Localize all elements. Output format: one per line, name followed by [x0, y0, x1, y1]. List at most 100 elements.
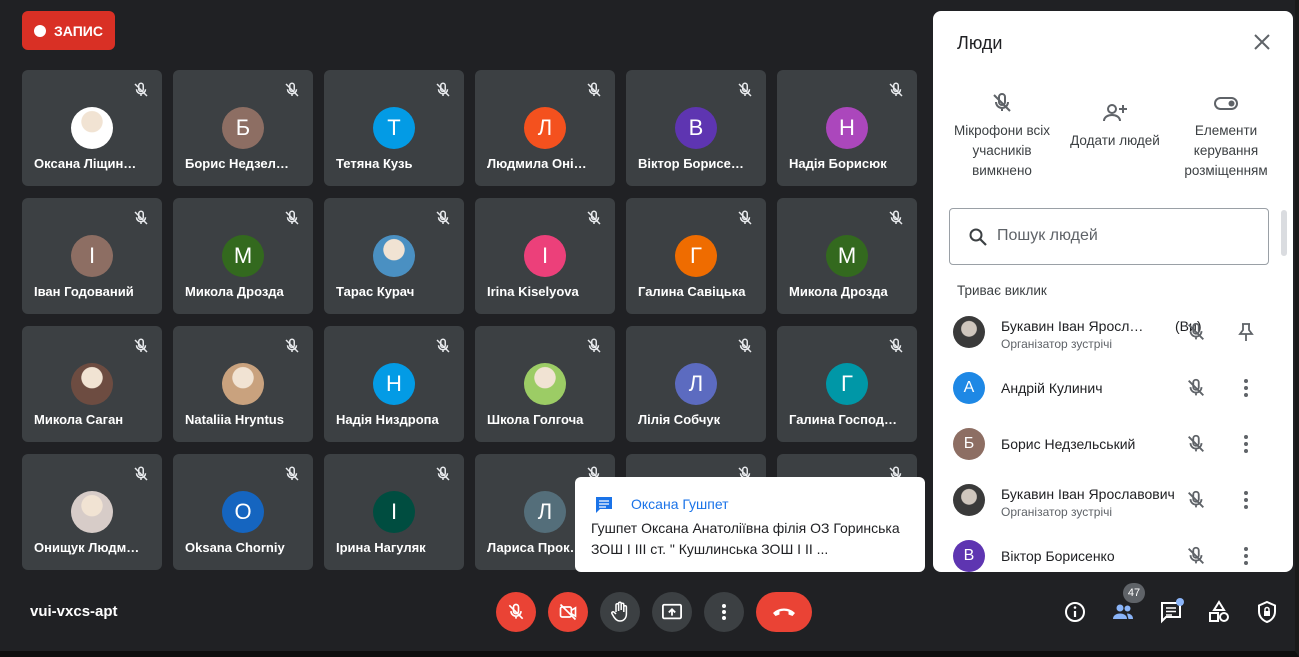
- mic-toggle-button[interactable]: [496, 592, 536, 632]
- people-panel: Люди Мікрофони всіх учасників вимкнено Д…: [933, 11, 1293, 572]
- avatar: В: [675, 107, 717, 149]
- participant-tile[interactable]: Л Лілія Собчук: [626, 326, 766, 442]
- raise-hand-button[interactable]: [600, 592, 640, 632]
- people-list-item[interactable]: Б Борис Недзельський: [933, 416, 1283, 472]
- participant-name: Іван Годований: [34, 284, 134, 299]
- avatar: O: [222, 491, 264, 533]
- participant-tile[interactable]: Н Надія Низдропа: [324, 326, 464, 442]
- search-people-field[interactable]: Пошук людей: [949, 208, 1269, 265]
- recording-indicator: ЗАПИС: [22, 11, 115, 50]
- participant-tile[interactable]: Г Галина Савіцька: [626, 198, 766, 314]
- participant-name: Микола Дрозда: [185, 284, 284, 299]
- mic-off-icon: [585, 81, 603, 99]
- participant-name: Irina Kiselyova: [487, 284, 579, 299]
- toggle-icon: [1214, 97, 1238, 110]
- present-screen-button[interactable]: [652, 592, 692, 632]
- people-list-item[interactable]: Букавин Іван Ярославович Організатор зуст…: [933, 472, 1283, 528]
- avatar: Л: [524, 491, 566, 533]
- more-vert-icon: [722, 604, 726, 620]
- chat-icon: [596, 497, 612, 513]
- participant-tile[interactable]: Г Галина Господ…: [777, 326, 917, 442]
- participant-tile[interactable]: Тарас Курач: [324, 198, 464, 314]
- close-icon[interactable]: [1253, 33, 1271, 51]
- participant-name: Микола Дрозда: [789, 284, 888, 299]
- mic-off-icon[interactable]: [1185, 489, 1207, 511]
- avatar: І: [71, 235, 113, 277]
- participant-tile[interactable]: Л Людмила Оні…: [475, 70, 615, 186]
- participant-tile[interactable]: Т Тетяна Кузь: [324, 70, 464, 186]
- more-icon[interactable]: [1235, 545, 1257, 567]
- participant-name: Борис Недзел…: [185, 156, 289, 171]
- avatar: М: [222, 235, 264, 277]
- more-icon[interactable]: [1235, 489, 1257, 511]
- avatar-photo: [71, 363, 113, 405]
- record-dot-icon: [34, 24, 47, 37]
- people-list-item[interactable]: В Віктор Борисенко: [933, 528, 1283, 572]
- participant-tile[interactable]: O Oksana Chorniy: [173, 454, 313, 570]
- participant-tile[interactable]: І Irina Kiselyova: [475, 198, 615, 314]
- people-list-item[interactable]: Букавин Іван Яросл… (Ви) Організатор зустр…: [933, 304, 1283, 360]
- participant-name: Тетяна Кузь: [336, 156, 413, 171]
- participant-name: Школа Голгоча: [487, 412, 584, 427]
- mic-off-icon: [283, 337, 301, 355]
- avatar: Г: [675, 235, 717, 277]
- chat-notification[interactable]: Оксана Гушпет Гушпет Оксана Анатоліївна …: [575, 477, 925, 572]
- participant-name: Онищук Людм…: [34, 540, 140, 555]
- participant-tile[interactable]: Микола Саган: [22, 326, 162, 442]
- participant-tile[interactable]: В Віктор Борисе…: [626, 70, 766, 186]
- more-options-button[interactable]: [704, 592, 744, 632]
- mic-off-icon[interactable]: [1185, 321, 1207, 343]
- participant-name: Галина Господ…: [789, 412, 897, 427]
- participant-tile[interactable]: Nataliia Hryntus: [173, 326, 313, 442]
- participant-name: Надія Борисюк: [789, 156, 887, 171]
- participant-tile[interactable]: І Ірина Нагуляк: [324, 454, 464, 570]
- participant-tile[interactable]: М Микола Дрозда: [173, 198, 313, 314]
- add-people-button[interactable]: Додати людей: [1060, 101, 1170, 151]
- participant-name: Тарас Курач: [336, 284, 415, 299]
- participant-tile[interactable]: І Іван Годований: [22, 198, 162, 314]
- more-icon[interactable]: [1235, 377, 1257, 399]
- add-people-label: Додати людей: [1070, 133, 1160, 148]
- avatar: [953, 484, 985, 516]
- avatar: М: [826, 235, 868, 277]
- search-icon: [969, 228, 987, 246]
- mic-off-icon: [736, 81, 754, 99]
- avatar: Б: [222, 107, 264, 149]
- avatar: Л: [675, 363, 717, 405]
- info-icon[interactable]: [1063, 600, 1087, 624]
- avatar: В: [953, 540, 985, 572]
- person-name: Букавин Іван Ярославович: [1001, 486, 1175, 502]
- activities-icon[interactable]: [1207, 600, 1231, 624]
- participant-name: Людмила Оні…: [487, 156, 587, 171]
- mic-off-icon[interactable]: [1185, 545, 1207, 567]
- people-list-item[interactable]: А Андрій Кулинич: [933, 360, 1283, 416]
- mic-off-icon[interactable]: [1185, 377, 1207, 399]
- participant-tile[interactable]: Н Надія Борисюк: [777, 70, 917, 186]
- avatar: І: [524, 235, 566, 277]
- host-controls-label: Елементи керування розміщенням: [1184, 123, 1268, 178]
- mic-off-icon[interactable]: [1185, 433, 1207, 455]
- mic-off-icon: [434, 209, 452, 227]
- host-controls-icon[interactable]: [1255, 600, 1279, 624]
- leave-call-button[interactable]: [756, 592, 812, 632]
- chat-message: Гушпет Оксана Анатоліївна філія ОЗ Горин…: [591, 520, 900, 557]
- participant-tile[interactable]: Оксана Ліщин…: [22, 70, 162, 186]
- participant-tile[interactable]: Онищук Людм…: [22, 454, 162, 570]
- person-name: Віктор Борисенко: [1001, 548, 1115, 564]
- mic-off-icon: [585, 209, 603, 227]
- participant-tile[interactable]: М Микола Дрозда: [777, 198, 917, 314]
- avatar: Т: [373, 107, 415, 149]
- person-add-icon: [1103, 104, 1127, 122]
- camera-toggle-button[interactable]: [548, 592, 588, 632]
- participant-tile[interactable]: Школа Голгоча: [475, 326, 615, 442]
- host-controls-button[interactable]: Елементи керування розміщенням: [1171, 91, 1281, 181]
- participant-tile[interactable]: Б Борис Недзел…: [173, 70, 313, 186]
- panel-scrollbar[interactable]: [1281, 210, 1287, 256]
- pin-icon[interactable]: [1235, 321, 1257, 343]
- people-icon[interactable]: [1111, 600, 1135, 624]
- panel-title: Люди: [957, 33, 1003, 53]
- phone-hangup-icon: [773, 608, 795, 616]
- more-icon[interactable]: [1235, 433, 1257, 455]
- avatar: Б: [953, 428, 985, 460]
- participant-name: Лілія Собчук: [638, 412, 721, 427]
